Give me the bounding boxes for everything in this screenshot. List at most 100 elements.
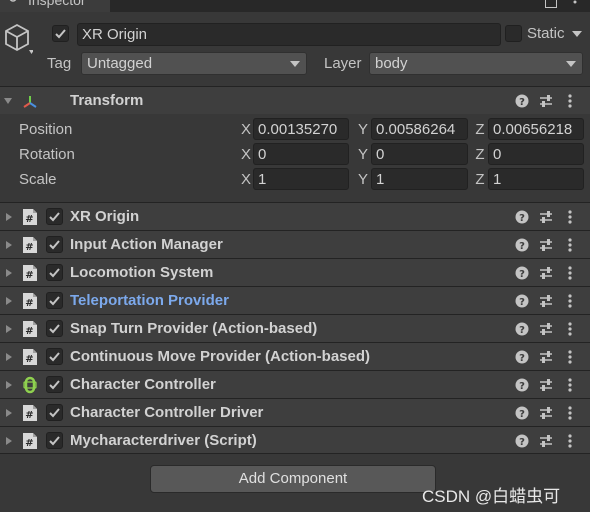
context-menu-icon[interactable] [562,377,578,393]
preset-sliders-icon[interactable] [538,377,554,393]
position-y-field[interactable]: 0.00586264 [371,118,468,140]
add-component-button[interactable]: Add Component [150,465,436,493]
help-icon[interactable]: ? [514,405,530,421]
component-header-icons: ? [514,433,580,449]
checkmark-icon [55,29,66,39]
scale-x-field[interactable]: 1 [253,168,349,190]
rotation-x-field[interactable]: 0 [253,143,349,165]
scale-z-field[interactable]: 1 [488,168,584,190]
component-enabled-checkbox[interactable] [46,292,63,309]
chevron-down-icon [566,61,576,67]
preset-sliders-icon[interactable] [538,405,554,421]
help-icon[interactable]: ? [514,93,530,109]
preset-sliders-icon[interactable] [538,293,554,309]
rotation-z-field[interactable]: 0 [488,143,584,165]
svg-text:#: # [25,270,33,281]
help-icon[interactable]: ? [514,293,530,309]
preset-sliders-icon[interactable] [538,433,554,449]
context-menu-icon[interactable] [562,93,578,109]
context-menu-icon[interactable] [562,265,578,281]
component-enabled-checkbox[interactable] [46,208,63,225]
script-icon: # [23,405,37,421]
foldout-closed-icon[interactable] [6,241,12,249]
static-checkbox[interactable] [505,25,522,42]
component-enabled-checkbox[interactable] [46,404,63,421]
component-enabled-checkbox[interactable] [46,348,63,365]
component-header-locomotion-system[interactable]: # Locomotion System? [0,258,590,286]
component-header-snap-turn-provider-action-based[interactable]: # Snap Turn Provider (Action-based)? [0,314,590,342]
help-icon[interactable]: ? [514,433,530,449]
component-header-transform[interactable]: Transform ? [0,86,590,114]
component-enabled-checkbox[interactable] [46,236,63,253]
help-icon[interactable]: ? [514,237,530,253]
character-controller-icon [23,376,37,394]
component-title: Snap Turn Provider (Action-based) [70,320,318,337]
foldout-closed-icon[interactable] [6,297,12,305]
preset-sliders-icon[interactable] [538,93,554,109]
foldout-open-icon[interactable] [4,98,12,104]
tab-inspector-label: Inspector [28,0,86,8]
preset-sliders-icon[interactable] [538,237,554,253]
help-icon[interactable]: ? [514,321,530,337]
script-icon: # [23,293,37,309]
help-icon[interactable]: ? [514,209,530,225]
component-title: Mycharacterdriver (Script) [70,432,257,449]
component-title: Character Controller Driver [70,404,264,421]
component-header-icons: ? [514,377,580,393]
component-enabled-checkbox[interactable] [46,432,63,449]
scale-y-field[interactable]: 1 [371,168,468,190]
script-icon: # [23,349,37,365]
foldout-closed-icon[interactable] [6,409,12,417]
context-menu-icon[interactable] [562,321,578,337]
rotation-y-field[interactable]: 0 [371,143,468,165]
foldout-closed-icon[interactable] [6,353,12,361]
context-menu-icon[interactable] [562,237,578,253]
context-menu-icon[interactable] [562,349,578,365]
component-enabled-checkbox[interactable] [46,264,63,281]
context-menu-icon[interactable] [562,405,578,421]
context-menu-icon[interactable] [562,433,578,449]
foldout-closed-icon[interactable] [6,269,12,277]
preset-sliders-icon[interactable] [538,209,554,225]
foldout-closed-icon[interactable] [6,437,12,445]
svg-text:?: ? [519,269,525,280]
layer-dropdown[interactable]: body [369,52,583,75]
gameobject-cube-icon[interactable] [3,22,33,56]
help-icon[interactable]: ? [514,377,530,393]
gameobject-active-checkbox[interactable] [52,25,69,42]
axis-label-z: Z [475,121,485,138]
svg-text:?: ? [519,437,525,448]
component-title: Teleportation Provider [70,292,229,309]
checkmark-icon [49,212,60,222]
help-icon[interactable]: ? [514,349,530,365]
component-enabled-checkbox[interactable] [46,376,63,393]
component-header-mycharacterdriver-script[interactable]: # Mycharacterdriver (Script)? [0,426,590,454]
preset-sliders-icon[interactable] [538,265,554,281]
tag-dropdown[interactable]: Untagged [81,52,307,75]
context-menu-icon[interactable] [562,293,578,309]
component-header-character-controller-driver[interactable]: # Character Controller Driver? [0,398,590,426]
static-dropdown-caret[interactable] [572,31,582,37]
help-icon[interactable]: ? [514,265,530,281]
component-enabled-checkbox[interactable] [46,320,63,337]
component-header-input-action-manager[interactable]: # Input Action Manager? [0,230,590,258]
svg-text:#: # [25,326,33,337]
position-x-field[interactable]: 0.00135270 [253,118,349,140]
context-menu-icon[interactable] [562,209,578,225]
more-options-icon[interactable] [568,0,582,8]
gameobject-name-field[interactable]: XR Origin [77,23,501,46]
foldout-closed-icon[interactable] [6,381,12,389]
component-header-character-controller[interactable]: Character Controller? [0,370,590,398]
position-z-field[interactable]: 0.00656218 [488,118,584,140]
checkmark-icon [49,240,60,250]
foldout-closed-icon[interactable] [6,213,12,221]
component-header-xr-origin[interactable]: # XR Origin? [0,202,590,230]
component-header-continuous-move-provider-action-based[interactable]: # Continuous Move Provider (Action-based)… [0,342,590,370]
maximize-button[interactable] [545,0,557,8]
preset-sliders-icon[interactable] [538,321,554,337]
component-header-icons: ? [514,237,580,253]
preset-sliders-icon[interactable] [538,349,554,365]
foldout-closed-icon[interactable] [6,325,12,333]
svg-text:#: # [25,438,33,449]
component-header-teleportation-provider[interactable]: # Teleportation Provider? [0,286,590,314]
